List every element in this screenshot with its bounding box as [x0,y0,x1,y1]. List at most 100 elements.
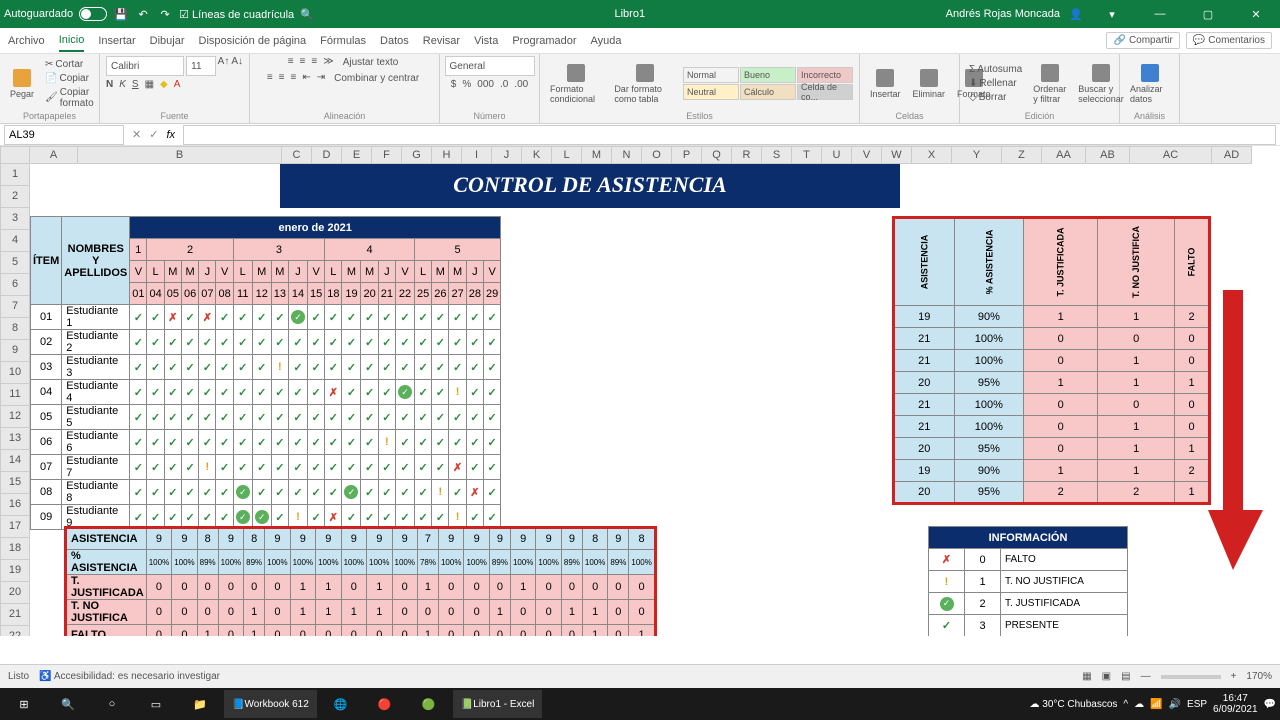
spreadsheet-grid[interactable]: ABCDEFGHIJKLMNOPQRSTUVWXYZAAABACAD 12345… [0,146,1280,636]
copy-button[interactable]: 📄 Copiar [42,72,97,85]
underline-button[interactable]: S [132,79,139,90]
status-accessibility[interactable]: ♿ Accesibilidad: es necesario investigar [39,671,220,682]
maximize-icon[interactable]: ▢ [1188,0,1228,28]
menu-programador[interactable]: Programador [512,35,576,47]
tray-up-icon[interactable]: ^ [1123,699,1128,710]
col-header[interactable]: I [462,146,492,164]
gridlines-check[interactable]: ☑ Líneas de cuadrícula [179,8,294,21]
fx-cancel-icon[interactable]: ✕ [128,128,145,141]
col-header[interactable]: K [522,146,552,164]
col-header[interactable]: AB [1086,146,1130,164]
border-button[interactable]: ▦ [145,79,154,90]
col-header[interactable]: P [672,146,702,164]
zoom-in-icon[interactable]: + [1231,671,1237,682]
row-header[interactable]: 20 [0,582,30,604]
col-header[interactable]: L [552,146,582,164]
menu-disposicion[interactable]: Disposición de página [199,35,307,47]
row-header[interactable]: 22 [0,626,30,636]
row-header[interactable]: 18 [0,538,30,560]
view-layout-icon[interactable]: ▣ [1102,671,1111,682]
col-header[interactable]: O [642,146,672,164]
row-header[interactable]: 9 [0,340,30,362]
col-header[interactable]: R [732,146,762,164]
col-header[interactable]: G [402,146,432,164]
row-header[interactable]: 12 [0,406,30,428]
formula-bar[interactable] [183,125,1276,145]
explorer-icon[interactable]: 📁 [180,690,220,718]
undo-icon[interactable]: ↶ [135,6,151,22]
menu-inicio[interactable]: Inicio [59,34,85,52]
cut-button[interactable]: ✂ Cortar [42,58,97,71]
row-header[interactable]: 14 [0,450,30,472]
row-header[interactable]: 15 [0,472,30,494]
bold-button[interactable]: N [106,79,113,90]
menu-dibujar[interactable]: Dibujar [150,35,185,47]
col-header[interactable]: V [852,146,882,164]
fill-color-button[interactable]: ◆ [160,79,168,90]
tray-notifications-icon[interactable]: 💬 [1264,699,1276,710]
row-header[interactable]: 4 [0,230,30,252]
col-header[interactable]: Z [1002,146,1042,164]
font-size[interactable]: 11 [186,56,215,76]
view-normal-icon[interactable]: ▦ [1082,671,1091,682]
row-header[interactable]: 10 [0,362,30,384]
user-avatar[interactable]: 👤 [1068,6,1084,22]
sort-filter-button[interactable]: Ordenar y filtrar [1029,62,1070,106]
paste-button[interactable]: Pegar [6,67,38,101]
row-header[interactable]: 8 [0,318,30,340]
autosum-button[interactable]: Σ Autosuma [966,63,1025,76]
row-header[interactable]: 3 [0,208,30,230]
format-table-button[interactable]: Dar formato como tabla [610,62,679,106]
tray-clock[interactable]: 16:476/09/2021 [1213,693,1258,715]
row-header[interactable]: 16 [0,494,30,516]
col-header[interactable]: A [30,146,78,164]
menu-formulas[interactable]: Fórmulas [320,35,366,47]
row-header[interactable]: 2 [0,186,30,208]
zoom-out-icon[interactable]: — [1141,671,1151,682]
cortana-icon[interactable]: ○ [92,690,132,718]
col-header[interactable]: S [762,146,792,164]
col-header[interactable]: N [612,146,642,164]
minimize-icon[interactable]: — [1140,0,1180,28]
insert-cells-button[interactable]: Insertar [866,67,905,101]
col-header[interactable]: B [78,146,282,164]
menu-revisar[interactable]: Revisar [423,35,460,47]
comments-button[interactable]: 💬 Comentarios [1186,32,1272,49]
delete-cells-button[interactable]: Eliminar [909,67,950,101]
row-header[interactable]: 1 [0,164,30,186]
close-icon[interactable]: ✕ [1236,0,1276,28]
col-header[interactable]: F [372,146,402,164]
fx-icon[interactable]: fx [162,129,179,141]
taskbar-excel[interactable]: 📗 Libro1 - Excel [453,690,543,718]
user-name[interactable]: Andrés Rojas Moncada [946,8,1060,20]
search-taskbar-icon[interactable]: 🔍 [48,690,88,718]
name-box[interactable]: AL39 [4,125,124,145]
row-header[interactable]: 7 [0,296,30,318]
col-header[interactable]: Y [952,146,1002,164]
search-icon[interactable]: 🔍 [300,8,314,21]
task-view-icon[interactable]: ▭ [136,690,176,718]
col-header[interactable]: W [882,146,912,164]
cond-format-button[interactable]: Formato condicional [546,62,606,106]
start-button[interactable]: ⊞ [4,690,44,718]
tray-onedrive-icon[interactable]: ☁ [1134,699,1144,710]
col-header[interactable]: Q [702,146,732,164]
col-header[interactable]: M [582,146,612,164]
menu-datos[interactable]: Datos [380,35,409,47]
menu-insertar[interactable]: Insertar [98,35,135,47]
font-name[interactable]: Calibri [106,56,184,76]
row-header[interactable]: 13 [0,428,30,450]
col-header[interactable]: U [822,146,852,164]
menu-archivo[interactable]: Archivo [8,35,45,47]
col-header[interactable]: T [792,146,822,164]
row-header[interactable]: 6 [0,274,30,296]
col-header[interactable]: J [492,146,522,164]
number-format[interactable]: General [445,56,535,76]
zoom-slider[interactable] [1161,675,1221,679]
fill-button[interactable]: ⬇ Rellenar [966,77,1025,90]
menu-ayuda[interactable]: Ayuda [591,35,622,47]
row-header[interactable]: 21 [0,604,30,626]
zoom-level[interactable]: 170% [1246,671,1272,682]
view-break-icon[interactable]: ▤ [1121,671,1130,682]
menu-vista[interactable]: Vista [474,35,498,47]
